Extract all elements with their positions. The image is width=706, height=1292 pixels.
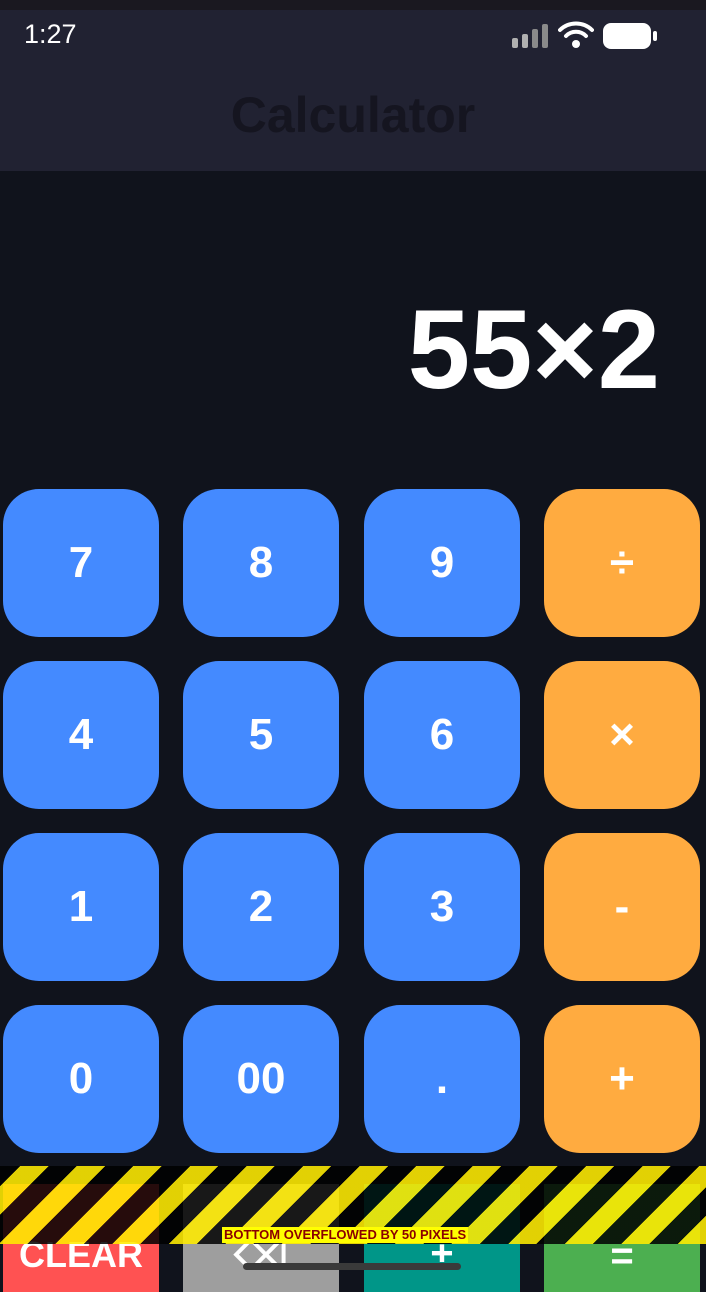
key-9[interactable]: 9 [364,489,520,637]
overflow-warning-label: BOTTOM OVERFLOWED BY 50 PIXELS [222,1227,469,1243]
key-7[interactable]: 7 [3,489,159,637]
key-3[interactable]: 3 [364,833,520,981]
key-8[interactable]: 8 [183,489,339,637]
key-decimal[interactable]: . [364,1005,520,1153]
key-divide[interactable]: ÷ [544,489,700,637]
key-1[interactable]: 1 [3,833,159,981]
key-00[interactable]: 00 [183,1005,339,1153]
key-4[interactable]: 4 [3,661,159,809]
key-subtract[interactable]: - [544,833,700,981]
key-multiply[interactable]: × [544,661,700,809]
key-5[interactable]: 5 [183,661,339,809]
app-title: Calculator [230,87,476,143]
top-strip [0,0,706,10]
calculator-display: 55×2 [407,287,660,412]
key-0[interactable]: 0 [3,1005,159,1153]
key-add[interactable]: + [544,1005,700,1153]
battery-icon [603,23,657,49]
home-indicator[interactable] [243,1263,461,1270]
cellular-signal-icon [512,24,548,48]
key-2[interactable]: 2 [183,833,339,981]
wifi-icon [558,21,594,48]
status-time: 1:27 [24,19,77,49]
key-6[interactable]: 6 [364,661,520,809]
